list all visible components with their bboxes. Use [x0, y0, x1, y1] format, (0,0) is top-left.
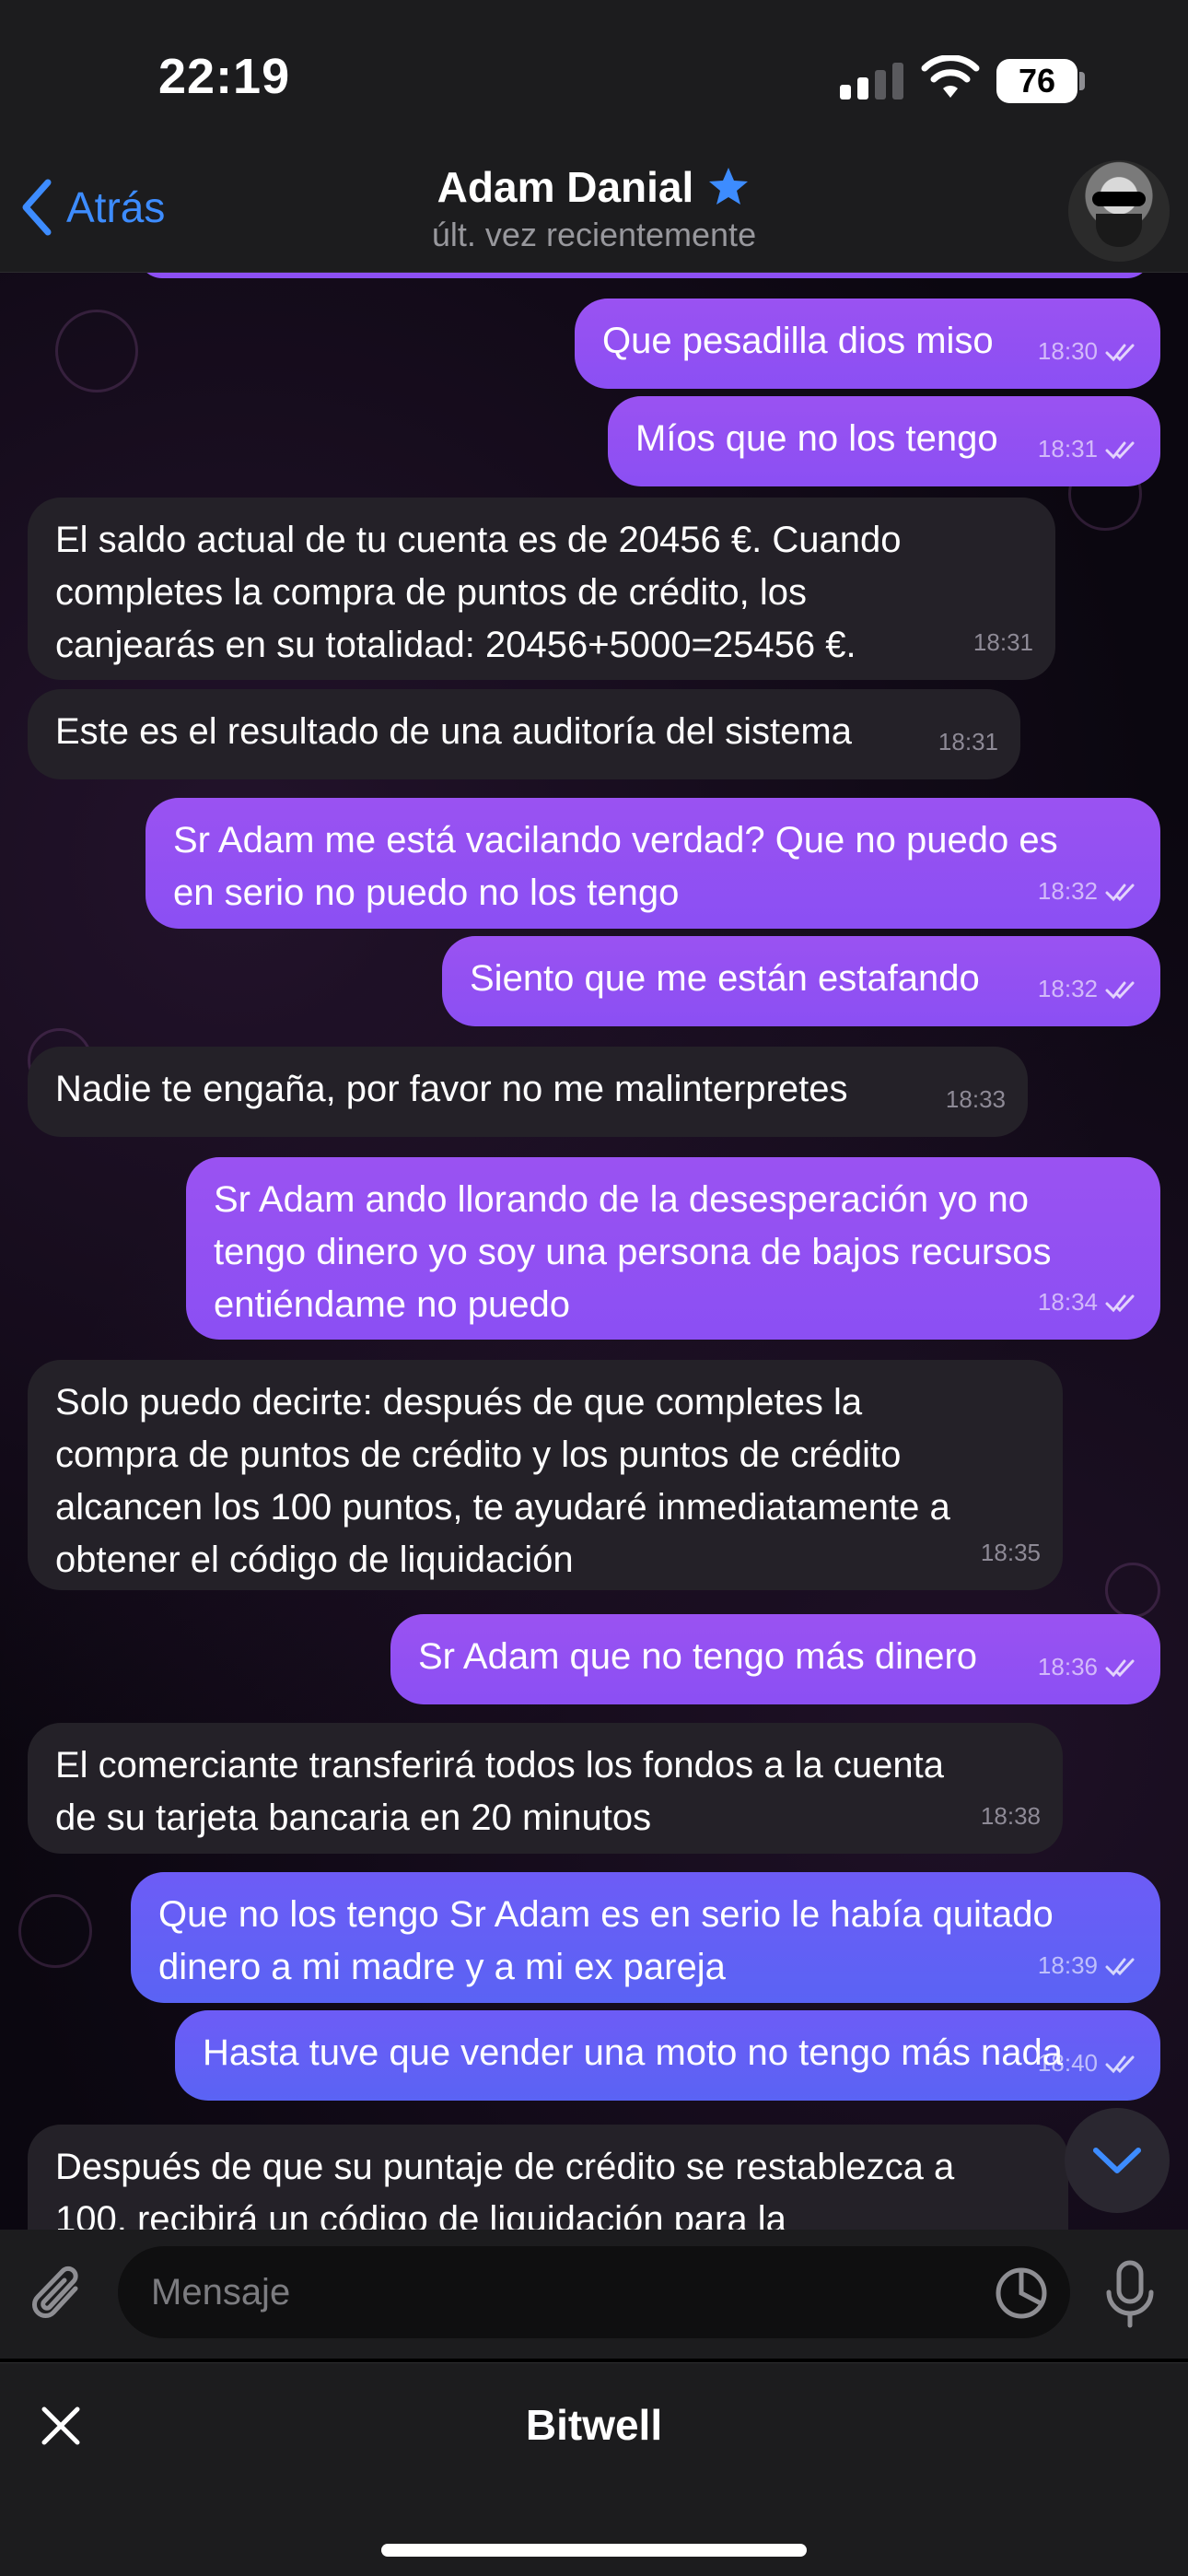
verified-star-icon	[709, 168, 749, 205]
outgoing-message-bubble[interactable]: Sr Adam me está vacilando verdad? Que no…	[146, 798, 1160, 929]
incoming-message-bubble[interactable]: El saldo actual de tu cuenta es de 20456…	[28, 498, 1055, 680]
outgoing-message-bubble[interactable]: Que no los tengo Sr Adam es en serio le …	[131, 1872, 1160, 2003]
message-text: Sr Adam que no tengo más dinero	[418, 1636, 978, 1677]
message-meta: 18:32	[1038, 865, 1138, 918]
message-meta: 18:36	[1038, 1641, 1138, 1693]
message-time: 18:34	[1037, 1288, 1098, 1316]
incoming-message-bubble[interactable]: El comerciante transferirá todos los fon…	[28, 1723, 1063, 1854]
message-text: El comerciante transferirá todos los fon…	[55, 1745, 944, 1838]
scroll-down-icon	[1093, 2148, 1141, 2173]
incoming-message-bubble[interactable]: Nadie te engaña, por favor no me malinte…	[28, 1047, 1028, 1137]
read-check-icon	[1105, 1958, 1135, 1975]
message-text: Sr Adam me está vacilando verdad? Que no…	[173, 820, 1058, 913]
message-text: Nadie te engaña, por favor no me malinte…	[55, 1069, 848, 1109]
outgoing-message-bubble[interactable]: Míos que no los tengo 18:31	[608, 396, 1160, 486]
contact-name: Adam Danial	[437, 163, 694, 211]
outgoing-message-bubble[interactable]: Sr Adam que no tengo más dinero 18:36	[390, 1614, 1160, 1704]
read-check-icon	[1105, 441, 1135, 459]
message-meta: 18:33	[946, 1073, 1006, 1126]
wifi-icon	[921, 55, 980, 98]
cellular-signal-icon	[840, 63, 903, 100]
read-check-icon	[1105, 1659, 1135, 1677]
last-seen-status: últ. vez recientemente	[431, 216, 757, 253]
message-meta: 18:35	[981, 1527, 1041, 1579]
incoming-message-bubble[interactable]: Después de que su puntaje de crédito se …	[28, 2125, 1068, 2230]
wallpaper-doodle	[55, 310, 138, 392]
message-time: 18:31	[1037, 435, 1098, 463]
read-check-icon	[1105, 981, 1135, 999]
scroll-down-button[interactable]	[1065, 2108, 1170, 2213]
message-meta: 18:32	[1038, 963, 1138, 1015]
message-text: El saldo actual de tu cuenta es de 20456…	[55, 520, 902, 665]
message-meta: 18:31	[973, 616, 1033, 669]
message-meta: 18:40	[1038, 2037, 1138, 2090]
message-meta: 18:34	[1038, 1276, 1138, 1329]
message-time: 18:32	[1037, 877, 1098, 905]
message-time: 18:31	[938, 728, 998, 755]
message-text: Hasta tuve que vender una moto no tengo …	[203, 2032, 1063, 2073]
read-check-icon	[1105, 884, 1135, 901]
message-text: Siento que me están estafando	[470, 958, 980, 999]
read-check-icon	[1105, 1294, 1135, 1312]
banner-title[interactable]: Bitwell	[0, 2400, 1188, 2450]
sticker-icon[interactable]	[995, 2266, 1048, 2320]
read-check-icon	[1105, 2055, 1135, 2073]
chat-title-block[interactable]: Adam Danial últ. vez recientemente	[0, 162, 1188, 254]
chat-header: Atrás Adam Danial últ. vez recientemente	[0, 157, 1188, 273]
message-meta: 18:31	[1038, 423, 1138, 475]
chat-messages[interactable]: Que pesadilla dios miso 18:30 Míos que no …	[0, 273, 1188, 2230]
read-check-icon	[1105, 344, 1135, 361]
mic-icon[interactable]	[1101, 2259, 1159, 2329]
message-meta: 18:30	[1038, 325, 1138, 378]
status-bar: 22:19 76	[0, 0, 1188, 157]
message-text: Solo puedo decirte: después de que compl…	[55, 1382, 950, 1580]
message-time: 18:36	[1037, 1653, 1098, 1680]
message-time: 18:38	[980, 1802, 1041, 1830]
incoming-message-bubble[interactable]: Este es el resultado de una auditoría de…	[28, 689, 1020, 779]
battery-indicator: 76	[996, 59, 1077, 103]
message-input[interactable]	[118, 2246, 1070, 2338]
outgoing-message-bubble[interactable]: Siento que me están estafando 18:32	[442, 936, 1160, 1026]
outgoing-message-bubble[interactable]: Que pesadilla dios miso 18:30	[575, 299, 1160, 389]
message-time: 18:39	[1037, 1951, 1098, 1979]
outgoing-message-bubble[interactable]: Hasta tuve que vender una moto no tengo …	[175, 2010, 1160, 2101]
attach-icon[interactable]	[29, 2261, 90, 2327]
message-text: Este es el resultado de una auditoría de…	[55, 711, 852, 752]
wallpaper-doodle	[18, 1894, 92, 1968]
message-time: 18:40	[1037, 2049, 1098, 2077]
message-meta: 18:39	[1038, 1939, 1138, 1992]
message-composer	[0, 2230, 1188, 2359]
avatar[interactable]	[1068, 160, 1170, 262]
message-time: 18:32	[1037, 975, 1098, 1002]
incoming-message-bubble[interactable]: Solo puedo decirte: después de que compl…	[28, 1360, 1063, 1590]
message-text: Después de que su puntaje de crédito se …	[55, 2147, 955, 2230]
message-time: 18:31	[973, 628, 1033, 656]
message-text: Que no los tengo Sr Adam es en serio le …	[158, 1894, 1054, 1987]
battery-tip	[1079, 72, 1085, 90]
message-time: 18:30	[1037, 337, 1098, 365]
message-text: Sr Adam ando llorando de la desesperació…	[214, 1179, 1052, 1325]
message-meta: 18:31	[938, 716, 998, 768]
chat-title: Adam Danial	[437, 162, 751, 212]
message-time: 18:35	[980, 1539, 1041, 1566]
message-meta: 18:38	[981, 1790, 1041, 1843]
message-time: 18:33	[945, 1085, 1006, 1113]
status-time: 22:19	[158, 49, 291, 104]
wallpaper-doodle	[1105, 1563, 1160, 1618]
outgoing-message-bubble[interactable]: Sr Adam ando llorando de la desesperació…	[186, 1157, 1160, 1340]
home-indicator[interactable]	[381, 2544, 807, 2557]
bot-banner: Bitwell	[0, 2362, 1188, 2576]
message-bubble-partial	[138, 273, 1151, 278]
